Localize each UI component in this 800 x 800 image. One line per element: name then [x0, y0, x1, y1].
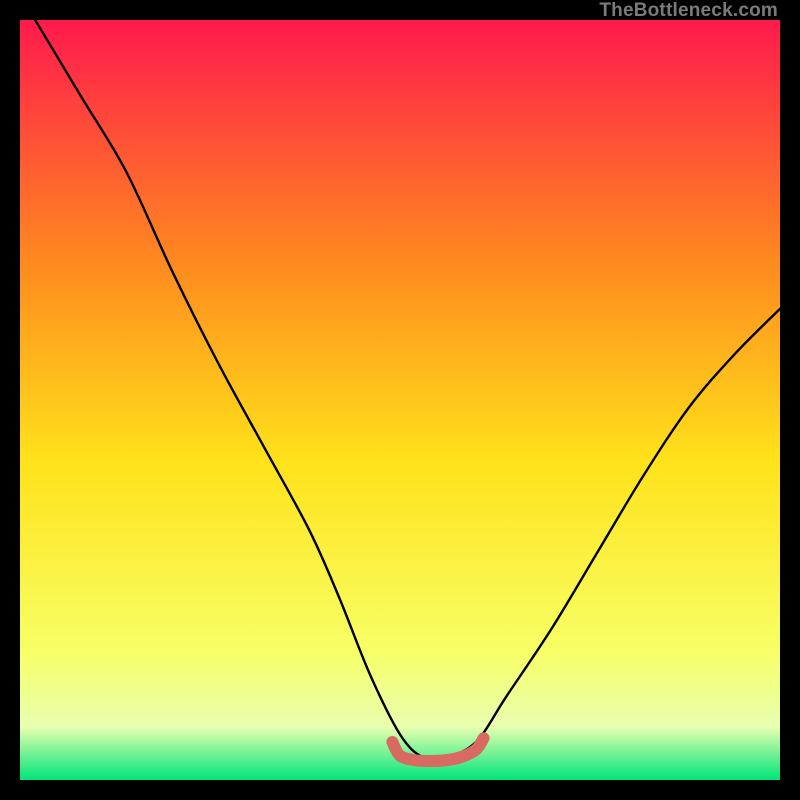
plot-area [20, 20, 780, 780]
bottleneck-curve [35, 20, 780, 760]
chart-frame: TheBottleneck.com [0, 0, 800, 800]
curve-layer [20, 20, 780, 780]
watermark-label: TheBottleneck.com [599, 0, 778, 22]
